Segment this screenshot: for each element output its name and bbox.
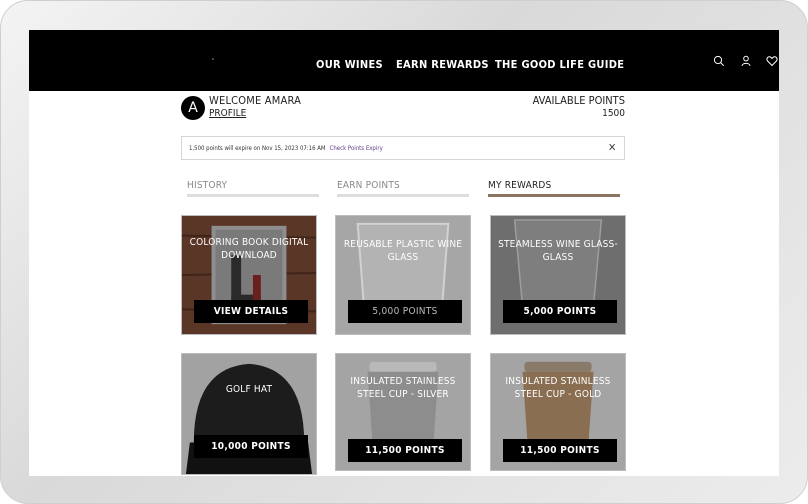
- nav-our-wines[interactable]: OUR WINES: [316, 58, 383, 71]
- points-button[interactable]: 10,000 POINTS: [194, 435, 308, 458]
- reward-card-gold-cup[interactable]: INSULATED STAINLESS STEEL CUP - GOLD 11,…: [490, 353, 626, 471]
- reward-card-silver-cup[interactable]: INSULATED STAINLESS STEEL CUP - SILVER 1…: [335, 353, 471, 471]
- notice-text: 1,500 points will expire on Nov 15, 2023…: [189, 145, 326, 152]
- reward-title: COLORING BOOK DIGITAL DOWNLOAD: [189, 237, 309, 261]
- view-details-button[interactable]: VIEW DETAILS: [194, 300, 308, 323]
- welcome-text: WELCOME AMARA: [209, 94, 302, 107]
- available-points-value: 1500: [602, 108, 625, 119]
- reward-card-stemless-glass[interactable]: STEAMLESS WINE GLASS-GLASS 5,000 POINTS: [490, 215, 626, 335]
- tab-history[interactable]: HISTORY: [187, 180, 227, 191]
- reward-title: GOLF HAT: [225, 384, 273, 395]
- user-icon[interactable]: [740, 55, 752, 67]
- reward-card-coloring-book[interactable]: COLORING BOOK DIGITAL DOWNLOAD VIEW DETA…: [181, 215, 317, 335]
- tablet-frame: OUR WINES EARN REWARDS THE GOOD LIFE GUI…: [0, 0, 808, 504]
- reward-title: STEAMLESS WINE GLASS-GLASS: [498, 239, 618, 263]
- heart-icon[interactable]: [766, 55, 778, 67]
- reward-card-golf-hat[interactable]: GOLF HAT 10,000 POINTS: [181, 353, 317, 475]
- points-button[interactable]: 5,000 POINTS: [503, 300, 617, 323]
- tab-earn-points-underline: [337, 194, 469, 197]
- reward-title: INSULATED STAINLESS STEEL CUP - SILVER: [350, 376, 456, 400]
- nav-good-life-guide[interactable]: THE GOOD LIFE GUIDE: [495, 58, 624, 71]
- tab-history-underline: [187, 194, 319, 197]
- avatar: A: [181, 96, 205, 120]
- check-points-expiry-link[interactable]: Check Points Expiry: [330, 145, 383, 152]
- screen: OUR WINES EARN REWARDS THE GOOD LIFE GUI…: [29, 30, 779, 476]
- reward-title: INSULATED STAINLESS STEEL CUP - GOLD: [505, 376, 611, 400]
- tab-my-rewards-underline: [488, 194, 620, 197]
- points-button[interactable]: 11,500 POINTS: [503, 439, 617, 462]
- available-points-label: AVAILABLE POINTS: [532, 94, 625, 107]
- search-icon[interactable]: [713, 55, 725, 67]
- profile-link[interactable]: PROFILE: [209, 108, 246, 119]
- points-button[interactable]: 5,000 POINTS: [348, 300, 462, 323]
- close-icon[interactable]: ✕: [608, 142, 618, 154]
- tab-my-rewards[interactable]: MY REWARDS: [488, 180, 551, 191]
- tab-earn-points[interactable]: EARN POINTS: [337, 180, 400, 191]
- notice-message: 1,500 points will expire on Nov 15, 2023…: [189, 145, 383, 152]
- logo[interactable]: [212, 58, 214, 60]
- nav-earn-rewards[interactable]: EARN REWARDS: [396, 58, 489, 71]
- top-navigation-bar: OUR WINES EARN REWARDS THE GOOD LIFE GUI…: [29, 30, 779, 91]
- points-button[interactable]: 11,500 POINTS: [348, 439, 462, 462]
- reward-title: REUSABLE PLASTIC WINE GLASS: [343, 239, 463, 263]
- reward-card-plastic-glass[interactable]: REUSABLE PLASTIC WINE GLASS 5,000 POINTS: [335, 215, 471, 335]
- points-expiry-notice: 1,500 points will expire on Nov 15, 2023…: [181, 136, 625, 160]
